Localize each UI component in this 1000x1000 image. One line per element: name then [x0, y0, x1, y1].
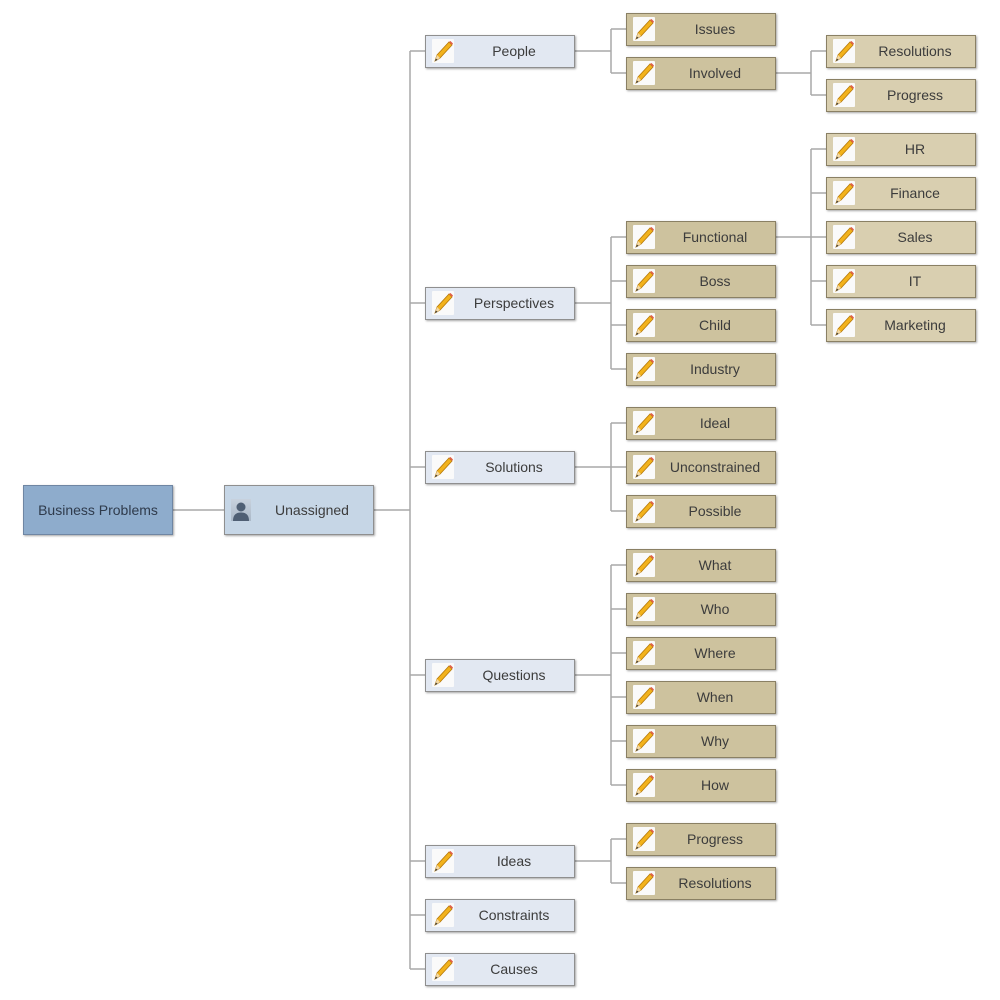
pencil-icon: [432, 849, 454, 873]
subtopic-ideal[interactable]: Ideal: [626, 406, 776, 440]
pencil-icon: [833, 83, 855, 107]
subtopic-unconstrained[interactable]: Unconstrained: [626, 450, 776, 484]
pencil-icon: [432, 39, 454, 63]
pencil-icon: [833, 137, 855, 161]
subtopic-where[interactable]: Where: [626, 636, 776, 670]
pencil-icon: [633, 871, 655, 895]
pencil-icon: [633, 729, 655, 753]
pencil-icon: [833, 181, 855, 205]
pencil-icon: [633, 269, 655, 293]
subtopic-resolutions[interactable]: Resolutions: [626, 866, 776, 900]
topic-label: Where: [694, 645, 736, 661]
topic-label: Possible: [688, 503, 742, 519]
pencil-icon: [833, 225, 855, 249]
topic-label: How: [700, 777, 729, 793]
subsubtopic-hr[interactable]: HR: [826, 132, 976, 166]
topic-label: HR: [904, 141, 926, 157]
subtopic-possible[interactable]: Possible: [626, 494, 776, 528]
pencil-icon: [633, 641, 655, 665]
subtopic-how[interactable]: How: [626, 768, 776, 802]
topic-label: Progress: [886, 87, 944, 103]
topic-label: Causes: [490, 961, 538, 977]
subtopic-when[interactable]: When: [626, 680, 776, 714]
topic-label: Child: [699, 317, 731, 333]
subtopic-industry[interactable]: Industry: [626, 352, 776, 386]
topic-label: Functional: [682, 229, 748, 245]
topic-label: Unconstrained: [669, 459, 761, 475]
hub-topic-label: Unassigned: [275, 502, 349, 518]
topic-label: Solutions: [485, 459, 543, 475]
topic-label: Progress: [686, 831, 744, 847]
topic-label: Ideas: [496, 853, 532, 869]
subsubtopic-resolutions[interactable]: Resolutions: [826, 34, 976, 68]
branch-topic-perspectives[interactable]: Perspectives: [425, 286, 575, 320]
subtopic-what[interactable]: What: [626, 548, 776, 582]
topic-label: Who: [700, 601, 730, 617]
subsubtopic-finance[interactable]: Finance: [826, 176, 976, 210]
subtopic-child[interactable]: Child: [626, 308, 776, 342]
pencil-icon: [633, 313, 655, 337]
topic-label: Perspectives: [473, 295, 555, 311]
pencil-icon: [633, 225, 655, 249]
pencil-icon: [633, 553, 655, 577]
pencil-icon: [432, 903, 454, 927]
topic-label: People: [492, 43, 536, 59]
pencil-icon: [833, 313, 855, 337]
topic-label: Involved: [688, 65, 742, 81]
pencil-icon: [432, 663, 454, 687]
pencil-icon: [633, 827, 655, 851]
subtopic-who[interactable]: Who: [626, 592, 776, 626]
pencil-icon: [633, 411, 655, 435]
pencil-icon: [633, 17, 655, 41]
subsubtopic-it[interactable]: IT: [826, 264, 976, 298]
pencil-icon: [633, 597, 655, 621]
pencil-icon: [633, 455, 655, 479]
pencil-icon: [432, 291, 454, 315]
pencil-icon: [633, 685, 655, 709]
branch-topic-people[interactable]: People: [425, 34, 575, 68]
subtopic-progress[interactable]: Progress: [626, 822, 776, 856]
topic-label: Industry: [690, 361, 740, 377]
topic-label: Constraints: [478, 907, 550, 923]
branch-topic-constraints[interactable]: Constraints: [425, 898, 575, 932]
topic-label: Boss: [699, 273, 731, 289]
topic-label: Questions: [482, 667, 546, 683]
topic-label: Marketing: [884, 317, 946, 333]
subsubtopic-sales[interactable]: Sales: [826, 220, 976, 254]
pencil-icon: [833, 39, 855, 63]
subtopic-why[interactable]: Why: [626, 724, 776, 758]
topic-label: Ideal: [699, 415, 731, 431]
pencil-icon: [633, 773, 655, 797]
pencil-icon: [633, 499, 655, 523]
subtopic-issues[interactable]: Issues: [626, 12, 776, 46]
pencil-icon: [432, 455, 454, 479]
topic-label: What: [698, 557, 732, 573]
subtopic-boss[interactable]: Boss: [626, 264, 776, 298]
root-topic-label: Business Problems: [38, 502, 158, 518]
person-icon: [231, 499, 251, 521]
branch-topic-solutions[interactable]: Solutions: [425, 450, 575, 484]
pencil-icon: [633, 357, 655, 381]
branch-topic-ideas[interactable]: Ideas: [425, 844, 575, 878]
pencil-icon: [432, 957, 454, 981]
branch-topic-causes[interactable]: Causes: [425, 952, 575, 986]
root-topic-business-problems[interactable]: Business Problems: [23, 485, 173, 535]
topic-label: Sales: [897, 229, 933, 245]
topic-label: Why: [701, 733, 729, 749]
topic-label: Resolutions: [878, 43, 952, 59]
topic-label: IT: [908, 273, 922, 289]
subsubtopic-marketing[interactable]: Marketing: [826, 308, 976, 342]
hub-topic-unassigned[interactable]: Unassigned: [224, 485, 374, 535]
pencil-icon: [633, 61, 655, 85]
topic-label: When: [696, 689, 734, 705]
subtopic-functional[interactable]: Functional: [626, 220, 776, 254]
subtopic-involved[interactable]: Involved: [626, 56, 776, 90]
pencil-icon: [833, 269, 855, 293]
subsubtopic-progress[interactable]: Progress: [826, 78, 976, 112]
topic-label: Issues: [694, 21, 736, 37]
topic-label: Finance: [890, 185, 940, 201]
topic-label: Resolutions: [678, 875, 752, 891]
branch-topic-questions[interactable]: Questions: [425, 658, 575, 692]
